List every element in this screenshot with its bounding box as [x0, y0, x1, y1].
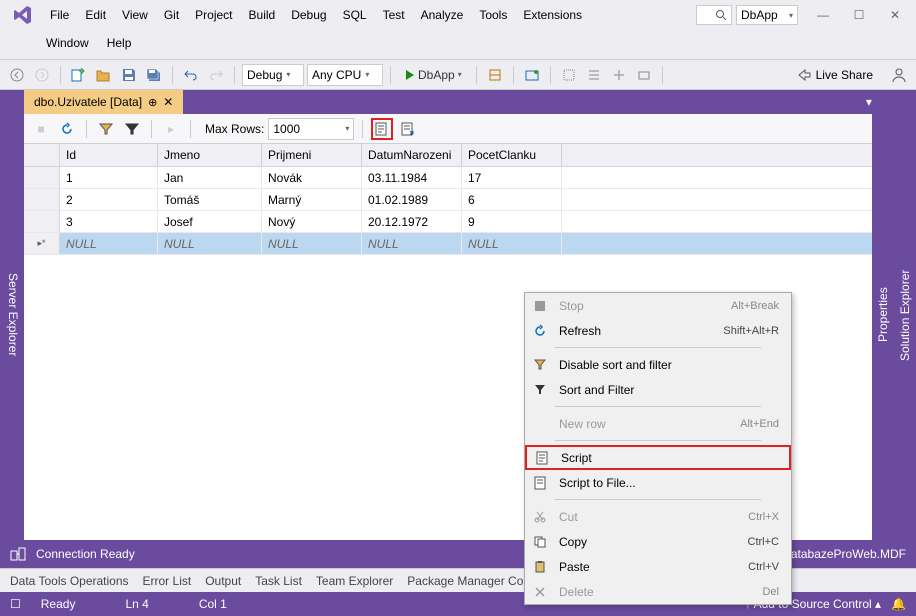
maximize-button[interactable]: ☐ — [842, 1, 876, 29]
ctx-script-to-file-[interactable]: Script to File... — [525, 470, 791, 495]
save-button[interactable] — [118, 64, 140, 86]
select-all-corner[interactable] — [24, 144, 60, 166]
table-row[interactable]: 2 Tomáš Marný 01.02.1989 6 — [24, 189, 892, 211]
title-search-box[interactable] — [696, 5, 732, 25]
menu-view[interactable]: View — [114, 4, 156, 26]
doc-tab-active[interactable]: dbo.Uzivatele [Data] ⊕ ✕ — [24, 90, 183, 114]
ctx-delete: Delete Del — [525, 579, 791, 604]
menu-help[interactable]: Help — [99, 32, 140, 54]
tb-btn-1[interactable] — [484, 64, 506, 86]
notifications-icon[interactable]: 🔔 — [891, 597, 906, 611]
ctx-refresh[interactable]: Refresh Shift+Alt+R — [525, 318, 791, 343]
column-header[interactable]: PocetClanku — [462, 144, 562, 166]
tb-btn-4[interactable] — [583, 64, 605, 86]
menu-extensions[interactable]: Extensions — [515, 4, 590, 26]
menu-sql[interactable]: SQL — [335, 4, 375, 26]
ctx-paste[interactable]: Paste Ctrl+V — [525, 554, 791, 579]
nav-back-button[interactable] — [6, 64, 28, 86]
nav-fwd-button[interactable] — [31, 64, 53, 86]
menu-analyze[interactable]: Analyze — [413, 4, 472, 26]
config-dropdown[interactable]: Debug▾ — [242, 64, 304, 86]
vs-logo-icon — [12, 4, 34, 26]
footer-tab-team-explorer[interactable]: Team Explorer — [316, 574, 393, 588]
menu-window[interactable]: Window — [38, 32, 97, 54]
play-icon — [405, 70, 415, 80]
side-tab-solution-explorer[interactable]: Solution Explorer — [894, 90, 916, 540]
status-indicator-icon: ☐ — [10, 597, 21, 611]
menu-file[interactable]: File — [42, 4, 77, 26]
main-toolbar: Debug▾ Any CPU▾ DbApp ▾ Live Share — [0, 60, 916, 90]
search-icon — [715, 9, 727, 21]
menu-project[interactable]: Project — [187, 4, 240, 26]
menu-debug[interactable]: Debug — [283, 4, 334, 26]
data-grid: Id Jmeno Prijmeni DatumNarozeni PocetCla… — [24, 144, 892, 540]
data-toolbar: ■ ▸ Max Rows: 1000 ▾ — [24, 114, 892, 144]
status-ready-label: Ready — [41, 597, 76, 611]
live-share-button[interactable]: Live Share — [792, 64, 879, 86]
ctx-disable-sort-and-filter[interactable]: Disable sort and filter — [525, 352, 791, 377]
live-share-icon — [798, 69, 812, 81]
tb-btn-3[interactable] — [558, 64, 580, 86]
close-button[interactable]: ✕ — [878, 1, 912, 29]
side-tab-server-explorer[interactable]: Server Explorer — [2, 90, 24, 540]
connection-ready-icon — [10, 547, 26, 561]
ctx-stop: Stop Alt+Break — [525, 293, 791, 318]
main-menu: FileEditViewGitProjectBuildDebugSQLTestA… — [42, 4, 696, 26]
context-menu: Stop Alt+Break Refresh Shift+Alt+R Disab… — [524, 292, 792, 605]
minimize-button[interactable]: — — [806, 1, 840, 29]
refresh-button[interactable] — [56, 118, 78, 140]
column-header[interactable]: Id — [60, 144, 158, 166]
document-tabs: dbo.Uzivatele [Data] ⊕ ✕ ▾ ✿ — [24, 90, 892, 114]
side-tab-sql-server-object-explorer[interactable]: SQL Server Object Explorer — [0, 90, 2, 540]
redo-button[interactable] — [205, 64, 227, 86]
ctx-copy[interactable]: Copy Ctrl+C — [525, 529, 791, 554]
script-button-highlighted[interactable] — [371, 118, 393, 140]
table-row[interactable]: 1 Jan Novák 03.11.1984 17 — [24, 167, 892, 189]
column-header[interactable]: Jmeno — [158, 144, 262, 166]
column-header[interactable]: DatumNarozeni — [362, 144, 462, 166]
platform-dropdown[interactable]: Any CPU▾ — [307, 64, 383, 86]
footer-tab-task-list[interactable]: Task List — [255, 574, 302, 588]
menu-edit[interactable]: Edit — [77, 4, 114, 26]
pin-icon[interactable]: ⊕ — [148, 96, 157, 109]
save-all-button[interactable] — [143, 64, 165, 86]
menu-tools[interactable]: Tools — [471, 4, 515, 26]
tb-btn-6[interactable] — [633, 64, 655, 86]
start-debug-button[interactable]: DbApp ▾ — [398, 64, 469, 86]
tab-close-button[interactable]: ✕ — [163, 95, 173, 109]
menu-build[interactable]: Build — [241, 4, 284, 26]
table-row[interactable]: 3 Josef Nový 20.12.1972 9 — [24, 211, 892, 233]
new-file-button[interactable] — [68, 64, 90, 86]
disable-filter-button[interactable] — [95, 118, 117, 140]
tb-btn-2[interactable] — [521, 64, 543, 86]
column-header[interactable]: Prijmeni — [262, 144, 362, 166]
menu-git[interactable]: Git — [156, 4, 187, 26]
max-rows-input[interactable]: 1000 ▾ — [268, 118, 354, 140]
new-row[interactable]: ▸* NULL NULL NULL NULL NULL — [24, 233, 892, 255]
open-file-button[interactable] — [93, 64, 115, 86]
footer-tab-data-tools-operations[interactable]: Data Tools Operations — [10, 574, 129, 588]
filter-button[interactable] — [121, 118, 143, 140]
menu-test[interactable]: Test — [375, 4, 413, 26]
footer-tab-error-list[interactable]: Error List — [143, 574, 192, 588]
footer-tab-output[interactable]: Output — [205, 574, 241, 588]
stop-query-button: ■ — [30, 118, 52, 140]
side-tab-properties[interactable]: Properties — [872, 90, 894, 540]
ctx-new-row: New row Alt+End — [525, 411, 791, 436]
max-rows-label: Max Rows: — [205, 122, 264, 136]
solution-name-dropdown[interactable]: DbApp ▾ — [736, 5, 798, 25]
nav-right-button[interactable]: ▸ — [160, 118, 182, 140]
undo-button[interactable] — [180, 64, 202, 86]
connection-state-label: Connection Ready — [36, 547, 135, 561]
account-icon[interactable] — [888, 64, 910, 86]
status-line-label: Ln 4 — [125, 597, 148, 611]
ctx-script[interactable]: Script — [525, 445, 791, 470]
ctx-sort-and-filter[interactable]: Sort and Filter — [525, 377, 791, 402]
tb-btn-5[interactable] — [608, 64, 630, 86]
status-col-label: Col 1 — [199, 597, 227, 611]
chevron-down-icon: ▾ — [789, 11, 793, 20]
script-to-file-button[interactable] — [397, 118, 419, 140]
ctx-cut: Cut Ctrl+X — [525, 504, 791, 529]
